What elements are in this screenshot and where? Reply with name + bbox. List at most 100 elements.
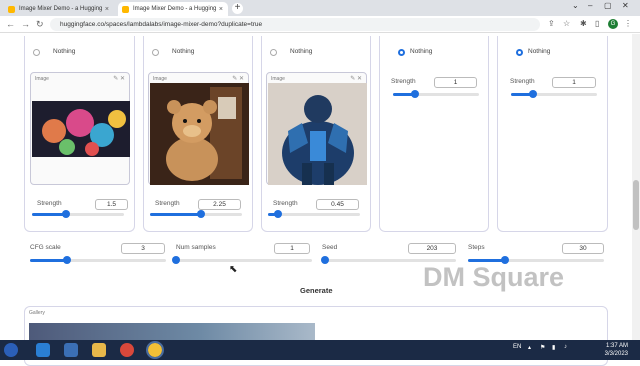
- num-samples-slider[interactable]: [172, 256, 312, 264]
- slider-handle[interactable]: [410, 90, 419, 98]
- language-indicator[interactable]: EN: [513, 344, 521, 350]
- slider-handle[interactable]: [528, 90, 537, 98]
- seed-label: Seed: [322, 244, 338, 251]
- strength-input[interactable]: 1: [434, 77, 477, 88]
- volume-icon[interactable]: ♪: [564, 344, 567, 350]
- extensions-icon[interactable]: ✱: [580, 19, 587, 28]
- strength-label: Strength: [155, 200, 180, 207]
- browser-tab-1[interactable]: Image Mixer Demo - a Hugging ×: [4, 2, 114, 16]
- clock[interactable]: 1:37 AM 3/3/2023: [605, 342, 628, 358]
- steps-input[interactable]: 30: [562, 243, 604, 254]
- clock-time: 1:37 AM: [605, 343, 628, 349]
- strength-slider[interactable]: [268, 210, 360, 218]
- num-samples-label: Num samples: [176, 244, 216, 251]
- strength-label: Strength: [510, 78, 535, 85]
- internet-explorer-icon[interactable]: [36, 343, 50, 357]
- strength-slider[interactable]: [32, 210, 124, 218]
- back-icon[interactable]: ←: [6, 19, 15, 29]
- tab-close-icon[interactable]: ×: [105, 6, 109, 13]
- slider-fill: [30, 259, 67, 262]
- strength-slider[interactable]: [150, 210, 242, 218]
- slider-handle[interactable]: [274, 210, 283, 218]
- tab-search-icon[interactable]: ⌄: [572, 1, 579, 10]
- num-samples-input[interactable]: 1: [274, 243, 310, 254]
- new-tab-button[interactable]: +: [232, 3, 243, 14]
- slider-handle[interactable]: [172, 256, 180, 264]
- strength-slider[interactable]: [393, 90, 479, 98]
- image-upload-box[interactable]: Image ✎ ✕: [148, 72, 249, 185]
- strength-input[interactable]: 2.25: [198, 199, 241, 210]
- slider-handle[interactable]: [196, 210, 205, 218]
- strength-slider[interactable]: [511, 90, 597, 98]
- clock-date: 3/3/2023: [604, 351, 628, 357]
- nothing-radio-label: Nothing: [410, 48, 433, 55]
- text-panel-4: Nothing Strength 1: [379, 36, 489, 232]
- url-input[interactable]: huggingface.co/spaces/lambdalabs/image-m…: [50, 18, 540, 31]
- reload-icon[interactable]: ↻: [36, 19, 44, 30]
- steps-label: Steps: [468, 244, 485, 251]
- media-player-icon[interactable]: [64, 343, 78, 357]
- maximize-icon[interactable]: ▢: [604, 1, 612, 10]
- tab-title: Image Mixer Demo - a Hugging: [19, 6, 103, 12]
- address-bar-row: ← → ↻ huggingface.co/spaces/lambdalabs/i…: [0, 16, 640, 33]
- image-upload-box[interactable]: Image ✎ ✕: [266, 72, 367, 185]
- nothing-radio-selected[interactable]: [398, 49, 405, 56]
- tray-arrow-icon[interactable]: ▴: [528, 344, 531, 351]
- edit-close-icon[interactable]: ✎ ✕: [113, 75, 125, 82]
- menu-icon[interactable]: ⋮: [624, 19, 632, 28]
- slider-fill: [32, 213, 67, 216]
- nothing-radio-selected[interactable]: [516, 49, 523, 56]
- profile-avatar[interactable]: G: [608, 19, 618, 29]
- share-icon[interactable]: ⇪: [548, 19, 555, 28]
- flag-icon[interactable]: ⚑: [540, 344, 545, 351]
- windows-taskbar: EN ▴ ⚑ ▮ ♪ 1:37 AM 3/3/2023: [0, 340, 640, 360]
- text-panel-5: Nothing Strength 1: [497, 36, 608, 232]
- tab-close-icon[interactable]: ×: [219, 6, 223, 13]
- file-explorer-icon[interactable]: [92, 343, 106, 357]
- slider-handle[interactable]: [320, 256, 329, 264]
- chrome-icon[interactable]: [120, 343, 134, 357]
- browser-tab-bar: Image Mixer Demo - a Hugging × Image Mix…: [0, 0, 640, 16]
- watermark-text: DM Square: [423, 262, 565, 292]
- nothing-radio[interactable]: [33, 49, 40, 56]
- strength-label: Strength: [37, 200, 62, 207]
- strength-label: Strength: [391, 78, 416, 85]
- chrome-active-icon[interactable]: [146, 341, 164, 359]
- edit-close-icon[interactable]: ✎ ✕: [350, 75, 362, 82]
- tab-title: Image Mixer Demo - a Hugging: [133, 6, 217, 12]
- network-icon[interactable]: ▮: [552, 344, 555, 351]
- image-label: Image: [271, 76, 285, 82]
- edit-close-icon[interactable]: ✎ ✕: [232, 75, 244, 82]
- sidebar-icon[interactable]: ▯: [595, 19, 599, 28]
- strength-label: Strength: [273, 200, 298, 207]
- gallery-label: Gallery: [29, 310, 45, 316]
- image-panel-1: Nothing Image ✎ ✕ Strength 1.5: [24, 36, 135, 232]
- nothing-radio[interactable]: [270, 49, 277, 56]
- strength-input[interactable]: 1: [552, 77, 596, 88]
- cfg-scale-slider[interactable]: [30, 256, 166, 264]
- strength-input[interactable]: 1.5: [95, 199, 128, 210]
- nothing-radio-label: Nothing: [290, 48, 313, 55]
- browser-tab-2[interactable]: Image Mixer Demo - a Hugging ×: [118, 2, 228, 16]
- nothing-radio[interactable]: [152, 49, 159, 56]
- forward-icon[interactable]: →: [21, 19, 30, 29]
- mouse-cursor-icon: ⬉: [229, 264, 238, 275]
- nothing-radio-label: Nothing: [172, 48, 195, 55]
- flower-image: [32, 101, 130, 157]
- image-upload-box[interactable]: Image ✎ ✕: [30, 72, 130, 185]
- cfg-scale-input[interactable]: 3: [121, 243, 165, 254]
- teddy-bear-image: [150, 83, 249, 185]
- page-scrollbar[interactable]: [632, 34, 640, 340]
- generate-button[interactable]: Generate: [300, 286, 333, 295]
- slider-handle[interactable]: [62, 210, 71, 218]
- strength-input[interactable]: 0.45: [316, 199, 359, 210]
- cfg-scale-label: CFG scale: [30, 244, 61, 251]
- minimize-icon[interactable]: –: [588, 1, 592, 10]
- start-icon[interactable]: [4, 343, 18, 357]
- seed-input[interactable]: 203: [408, 243, 456, 254]
- scrollbar-thumb[interactable]: [633, 180, 639, 230]
- slider-handle[interactable]: [62, 256, 71, 264]
- armored-hero-image: [268, 83, 367, 185]
- bookmark-star-icon[interactable]: ☆: [563, 19, 570, 28]
- close-window-icon[interactable]: ✕: [622, 1, 629, 10]
